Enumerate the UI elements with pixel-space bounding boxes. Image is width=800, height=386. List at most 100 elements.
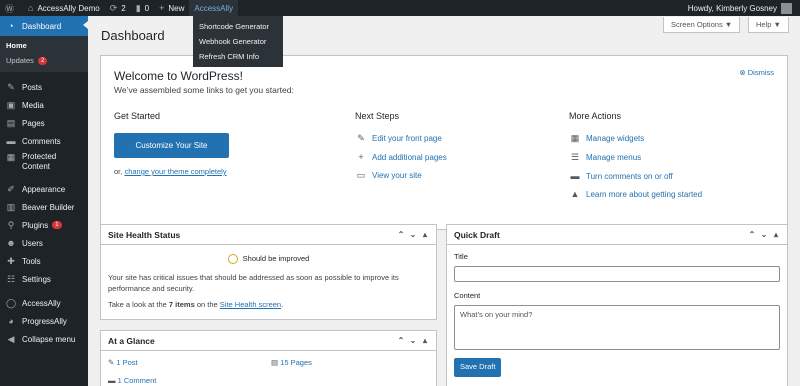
new-content-link[interactable]: + New [154, 0, 189, 16]
plus-icon: + [159, 3, 165, 13]
change-theme-link[interactable]: change your theme completely [124, 167, 226, 176]
manage-widgets-link[interactable]: ▦ Manage widgets [569, 133, 702, 144]
sidebar-item-media[interactable]: ▣ Media [0, 96, 88, 114]
posts-count-link[interactable]: ✎ 1 Post [108, 358, 138, 369]
sidebar-item-plugins[interactable]: ⚲ Plugins 1 [0, 216, 88, 234]
sidebar-item-users[interactable]: ☻ Users [0, 234, 88, 252]
screen-options-button[interactable]: Screen Options ▼ [663, 17, 741, 33]
move-up-icon[interactable]: ⌃ [395, 230, 407, 239]
manage-menus-link[interactable]: ☰ Manage menus [569, 152, 702, 163]
site-health-widget: Site Health Status ⌃ ⌄ ▴ Should be impro… [100, 224, 437, 320]
content-label: Content [454, 290, 481, 300]
learn-more-link[interactable]: ▲ Learn more about getting started [569, 189, 703, 199]
dropdown-item-webhook-generator[interactable]: Webhook Generator [193, 34, 283, 49]
quick-draft-body: Title Content What’s on your mind? Save … [447, 245, 787, 384]
dismiss-link[interactable]: ⊗ Dismiss [739, 68, 774, 77]
collapse-menu-button[interactable]: ◀ Collapse menu [0, 330, 88, 348]
wp-logo-menu[interactable]: Ⓦ [0, 0, 23, 16]
my-account-link[interactable]: Howdy, Kimberly Gosney [688, 2, 800, 14]
sidebar-item-progressally[interactable]: ◕ ProgressAlly [0, 312, 88, 330]
sidebar-item-beaver-builder[interactable]: ▥ Beaver Builder [0, 198, 88, 216]
sidebar-item-comments[interactable]: ▬ Comments [0, 132, 88, 150]
sidebar-item-home[interactable]: Home [0, 38, 88, 53]
get-started-heading: Get Started [114, 111, 161, 121]
updates-badge: 2 [37, 56, 48, 65]
dashboard-submenu: Home Updates 2 [0, 36, 88, 72]
pages-count-link[interactable]: ▤ 15 Pages [271, 358, 312, 369]
accessally-dropdown: Shortcode Generator Webhook Generator Re… [193, 16, 283, 67]
site-health-header: Site Health Status ⌃ ⌄ ▴ [101, 225, 436, 245]
more-actions-heading: More Actions [569, 111, 622, 121]
next-steps-heading: Next Steps [355, 111, 400, 121]
accessally-icon: ◯ [5, 297, 17, 308]
move-down-icon[interactable]: ⌄ [407, 336, 419, 345]
change-theme-line: or, change your theme completely [114, 167, 227, 176]
comments-link[interactable]: ▮ 0 [131, 0, 154, 16]
move-up-icon[interactable]: ⌃ [395, 336, 407, 345]
plus-icon: + [358, 152, 364, 162]
move-down-icon[interactable]: ⌄ [758, 230, 770, 239]
home-icon: ⌂ [28, 3, 34, 13]
dashboard-icon: ◔ [8, 21, 14, 31]
site-health-items-line: Take a look at the 7 items on the Site H… [108, 299, 284, 309]
sidebar-item-appearance[interactable]: ✐ Appearance [0, 180, 88, 198]
at-a-glance-widget: At a Glance ⌃ ⌄ ▴ ✎ 1 Post ▤ 15 Pages ▬ … [100, 330, 437, 386]
site-health-body: Should be improved Your site has critica… [101, 245, 436, 318]
edit-icon: ✎ [357, 133, 365, 143]
sidebar-item-updates[interactable]: Updates 2 [0, 53, 88, 68]
quick-draft-widget: Quick Draft ⌃ ⌄ ▴ Title Content What’s o… [446, 224, 788, 386]
sidebar-item-tools[interactable]: ✚ Tools [0, 252, 88, 270]
settings-icon: ☷ [6, 273, 16, 284]
health-circle-icon [227, 254, 238, 265]
edit-front-page-link[interactable]: ✎ Edit your front page [355, 133, 447, 144]
plugins-badge: 1 [52, 221, 62, 229]
draft-title-input[interactable] [454, 265, 780, 282]
toggle-panel-icon[interactable]: ▴ [419, 336, 431, 345]
sidebar-item-accessally[interactable]: ◯ AccessAlly [0, 294, 88, 312]
quick-draft-header: Quick Draft ⌃ ⌄ ▴ [447, 225, 787, 245]
collapse-icon: ◀ [7, 333, 15, 344]
comment-icon: ▮ [135, 2, 141, 13]
title-label: Title [454, 252, 468, 261]
comment-icon: ▬ [570, 171, 580, 181]
add-pages-link[interactable]: + Add additional pages [355, 152, 446, 162]
site-health-description: Your site has critical issues that shoul… [108, 272, 399, 293]
toggle-panel-icon[interactable]: ▴ [419, 230, 431, 239]
welcome-title: Welcome to WordPress! [114, 69, 243, 83]
comment-icon: ▬ [6, 136, 16, 146]
main-content: Screen Options ▼ Help ▼ Dashboard Welcom… [88, 16, 800, 386]
draft-content-textarea[interactable]: What’s on your mind? [454, 304, 780, 350]
dropdown-item-refresh-crm-info[interactable]: Refresh CRM Info [193, 49, 283, 64]
more-actions-column: More Actions ▦ Manage widgets ☰ Manage men… [569, 111, 702, 207]
widgets-icon: ▦ [570, 133, 580, 143]
site-name-link[interactable]: ⌂ AccessAlly Demo [23, 0, 105, 16]
sidebar-item-pages[interactable]: ▤ Pages [0, 114, 88, 132]
pin-icon: ✎ [7, 81, 15, 92]
sidebar-item-protected-content[interactable]: ▦ Protected Content [0, 150, 88, 174]
sidebar-item-dashboard[interactable]: ◔ Dashboard [0, 16, 88, 36]
admin-bar: Ⓦ ⌂ AccessAlly Demo ⟳ 2 ▮ 0 + New AccessAlly… [0, 0, 800, 16]
save-draft-button[interactable]: Save Draft [454, 357, 502, 377]
customize-site-button[interactable]: Customize Your Site [114, 133, 229, 158]
welcome-subtitle: We’ve assembled some links to get you st… [114, 85, 294, 95]
widget-handles: ⌃ ⌄ ▴ [395, 336, 436, 345]
updates-link[interactable]: ⟳ 2 [105, 0, 131, 16]
wrench-icon: ✚ [7, 255, 15, 266]
menu-icon: ☰ [570, 152, 580, 162]
accessally-menu[interactable]: AccessAlly [189, 0, 239, 16]
wordpress-icon: Ⓦ [5, 3, 15, 14]
toggle-comments-link[interactable]: ▬ Turn comments on or off [569, 171, 702, 181]
site-health-screen-link[interactable]: Site Health screen [220, 300, 281, 309]
view-site-link[interactable]: ▭ View your site [355, 170, 447, 181]
toggle-panel-icon[interactable]: ▴ [770, 230, 782, 239]
user-icon: ☻ [6, 238, 16, 248]
sidebar-item-posts[interactable]: ✎ Posts [0, 78, 88, 96]
dropdown-item-shortcode-generator[interactable]: Shortcode Generator [193, 19, 283, 34]
move-up-icon[interactable]: ⌃ [746, 230, 758, 239]
help-button[interactable]: Help ▼ [748, 17, 789, 33]
move-down-icon[interactable]: ⌄ [407, 230, 419, 239]
sidebar-item-settings[interactable]: ☷ Settings [0, 270, 88, 288]
page-icon: ▤ [271, 358, 281, 367]
at-a-glance-header: At a Glance ⌃ ⌄ ▴ [101, 331, 436, 351]
comments-count-link[interactable]: ▬ 1 Comment [108, 376, 156, 386]
